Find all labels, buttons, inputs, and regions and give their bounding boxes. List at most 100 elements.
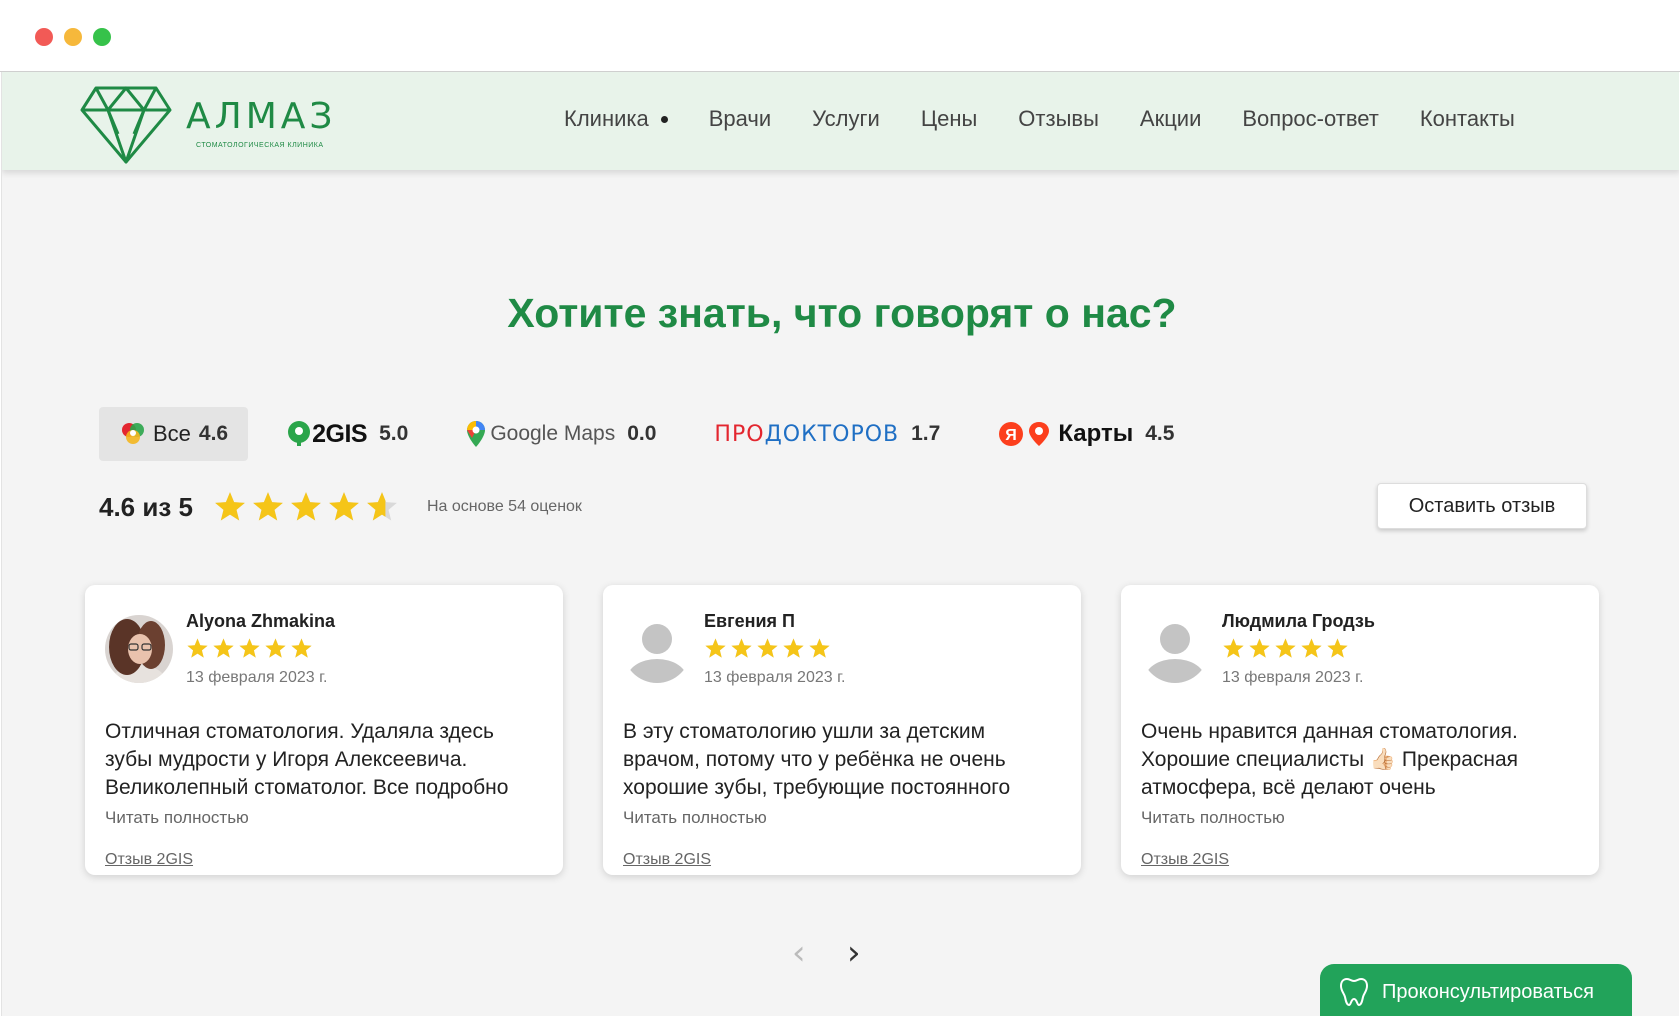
star-icon [731,638,752,658]
star-icon [1249,638,1270,658]
star-icon [1327,638,1348,658]
star-icon [291,638,312,658]
2gis-icon [288,421,311,446]
carousel-prev-button[interactable]: ‹ [792,936,806,970]
nav-item-contacts[interactable]: Контакты [1420,106,1515,132]
star-icon [253,492,283,521]
close-window-button[interactable] [35,28,53,46]
nav-item-reviews[interactable]: Отзывы [1018,106,1099,132]
read-more-link[interactable]: Читать полностью [105,808,249,828]
nav-item-label: Цены [920,106,978,131]
avatar [623,615,691,683]
nav-item-prices[interactable]: Цены [921,106,977,132]
review-source-link[interactable]: Отзыв 2GIS [105,851,193,869]
tab-score: 5.0 [379,422,409,445]
logo-subtitle: стоматологическая клиника [196,142,324,149]
star-icon [1223,638,1244,658]
nav-item-label: Вопрос-ответ [1242,106,1379,131]
nav-item-label: Отзывы [1018,106,1099,131]
tab-2gis[interactable]: 2GIS 5.0 [266,407,428,461]
window-chrome [0,0,1680,72]
svg-text:Я: Я [1006,427,1018,444]
star-icon [291,492,321,521]
review-author: Alyona Zhmakina [186,611,336,631]
tab-label: Все [153,421,191,446]
star-icon [783,638,804,658]
review-source-link[interactable]: Отзыв 2GIS [623,851,711,869]
tab-score: 1.7 [911,422,941,445]
tooth-icon [1340,977,1368,1007]
nav-item-services[interactable]: Услуги [812,106,880,132]
google-maps-pin-icon [467,421,486,447]
star-icon [705,638,726,658]
tab-prodoctorov[interactable]: ПРОДОКТОРОВ 1.7 [694,407,960,461]
review-date: 13 февраля 2023 г. [704,669,846,686]
tab-score: 4.6 [198,422,229,445]
review-text: Отличная стоматология. Удаляла здесь зуб… [105,720,509,799]
review-source-link[interactable]: Отзыв 2GIS [1141,851,1229,869]
nav-item-label: Услуги [812,106,880,131]
tab-score: 0.0 [627,422,657,445]
rating-stars [213,490,403,524]
user-placeholder-icon [1141,615,1209,683]
avatar [1141,615,1209,683]
consult-button[interactable]: Проконсультироваться [1320,964,1632,1016]
review-text: В эту стоматологию ушли за детским врачо… [623,720,1011,799]
star-icon [1301,638,1322,658]
diamond-logo-icon [80,86,172,164]
review-stars [704,637,834,660]
tab-label: Google Maps [490,422,616,445]
star-icon [265,638,286,658]
star-icon [213,638,234,658]
review-text: Очень нравится данная стоматология. Хоро… [1141,720,1519,799]
leave-review-button[interactable]: Оставить отзыв [1377,483,1587,529]
nav-item-label: Акции [1139,106,1202,131]
star-icon [215,492,245,521]
review-card: Alyona Zhmakina 13 февраля 2023 г. Отлич… [85,585,563,875]
carousel-next-button[interactable]: › [847,936,861,970]
star-icon [809,638,830,658]
tab-score: 4.5 [1145,422,1175,445]
star-icon [367,492,397,521]
review-stars [186,637,316,660]
rating-count: На основе 54 оценок [426,498,582,515]
tab-yandex-maps[interactable]: Я Карты 4.5 [978,407,1194,461]
star-icon [329,492,359,521]
tab-label: Карты [1058,420,1134,447]
rating-summary: 4.6 из 5 На основе 54 оценок [99,482,582,532]
review-author: Людмила Гродзь [1222,611,1375,631]
nav-item-promotions[interactable]: Акции [1140,106,1201,132]
review-date: 13 февраля 2023 г. [186,669,328,686]
tab-google-maps[interactable]: Google Maps 0.0 [446,407,676,461]
review-date: 13 февраля 2023 г. [1222,669,1364,686]
review-stars [1222,637,1352,660]
nav-item-clinic[interactable]: Клиника [564,106,668,132]
tab-all[interactable]: Все 4.6 [99,407,249,461]
nav-item-label: Врачи [708,106,772,131]
nav-item-faq[interactable]: Вопрос-ответ [1242,106,1378,132]
all-sources-icon [122,423,144,444]
user-placeholder-icon [623,615,691,683]
yandex-maps-icon: Я [999,422,1050,446]
nav-item-label: Клиника [564,106,649,131]
dropdown-indicator-icon [660,115,668,123]
star-icon [1275,638,1296,658]
read-more-link[interactable]: Читать полностью [1141,808,1285,828]
read-more-link[interactable]: Читать полностью [623,808,767,828]
star-icon [239,638,260,658]
star-icon [187,638,208,658]
nav-item-doctors[interactable]: Врачи [709,106,771,132]
clinic-logo[interactable]: АЛМАЗ стоматологическая клиника [78,82,338,164]
star-icon [757,638,778,658]
review-card: Евгения П 13 февраля 2023 г. В эту стома… [603,585,1081,875]
consult-button-label: Проконсультироваться [1382,980,1594,1003]
minimize-window-button[interactable] [64,28,82,46]
review-author: Евгения П [704,611,795,631]
rating-value: 4.6 из 5 [99,491,193,522]
review-source-tabs: Все 4.6 2GIS 5.0 Google Maps 0.0 ПРОДОКТ… [99,407,1212,461]
reviews-section-title: Хотите знать, что говорят о нас? [507,290,1177,336]
nav-item-label: Контакты [1419,106,1515,131]
page-viewport: АЛМАЗ стоматологическая клиника Клиника … [1,72,1679,1016]
maximize-window-button[interactable] [93,28,111,46]
main-nav: Клиника Врачи Услуги Цены Отзывы Акции В… [564,106,1556,132]
